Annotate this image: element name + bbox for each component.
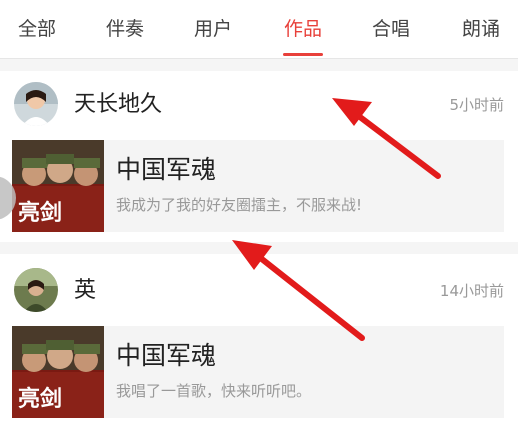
tab-works[interactable]: 作品 (266, 0, 340, 58)
tab-recitation[interactable]: 朗诵 (444, 0, 518, 58)
tab-accompaniment[interactable]: 伴奏 (88, 0, 162, 58)
tab-chorus[interactable]: 合唱 (354, 0, 428, 58)
username[interactable]: 英 (74, 276, 96, 306)
user-avatar[interactable] (14, 268, 58, 312)
tab-users[interactable]: 用户 (176, 0, 250, 58)
post-time: 14小时前 (439, 282, 504, 300)
cover-title: 亮剑 (18, 200, 62, 226)
tab-works-label: 作品 (283, 18, 322, 40)
song-description: 我唱了一首歌，快来听听吧。 (116, 382, 312, 400)
album-cover: 亮剑 (12, 140, 104, 232)
username[interactable]: 天长地久 (74, 90, 162, 120)
work-card[interactable]: 亮剑 中国军魂 我唱了一首歌，快来听听吧。 (12, 326, 504, 418)
post-item: 英 14小时前 亮剑 中国军魂 我唱了一首歌，快来听听吧。 (0, 254, 518, 430)
post-divider (0, 242, 518, 254)
album-cover: 亮剑 (12, 326, 104, 418)
post-time: 5小时前 (449, 96, 504, 114)
post-item: 天长地久 5小时前 亮剑 中国军魂 我成为了我的好友圈擂主，不服来战! (0, 72, 518, 242)
category-tabs: 全部 伴奏 用户 作品 合唱 朗诵 (0, 0, 518, 59)
work-card[interactable]: 亮剑 中国军魂 我成为了我的好友圈擂主，不服来战! (12, 140, 504, 232)
tab-all[interactable]: 全部 (0, 0, 74, 58)
cover-title: 亮剑 (18, 386, 62, 412)
user-avatar[interactable] (14, 82, 58, 126)
section-gap (0, 59, 518, 71)
song-title: 中国军魂 (116, 155, 217, 184)
song-description: 我成为了我的好友圈擂主，不服来战! (116, 196, 363, 214)
active-tab-indicator (283, 53, 323, 56)
song-title: 中国军魂 (116, 341, 217, 370)
